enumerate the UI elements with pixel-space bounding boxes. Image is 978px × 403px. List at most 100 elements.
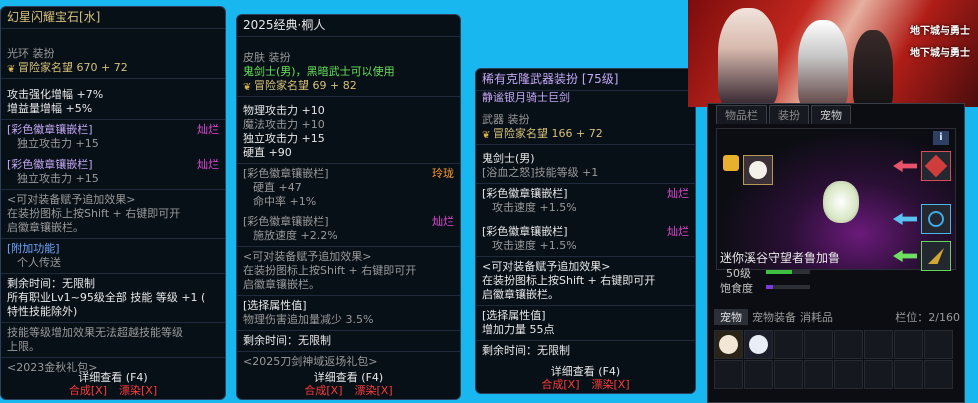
- pet-item-icon: [749, 335, 768, 354]
- tooltip-kirito-skin: 2025经典·桐人 皮肤 装扮 鬼剑士(男)，黑暗武士可以使用 ❦ 冒险家名望 6…: [236, 14, 461, 400]
- inventory-slot[interactable]: [804, 330, 833, 359]
- emblem-slot-grade: 灿烂: [197, 158, 219, 171]
- game-banner-art: 地下城与勇士 地下城与勇士: [688, 0, 978, 107]
- remaining-time: 剩余时间：无限制: [243, 334, 331, 347]
- orb-icon: [928, 211, 944, 227]
- selectable-attr-header: [选择属性值]: [482, 309, 546, 322]
- emblem-slot-grade: 灿烂: [197, 123, 219, 136]
- stat-line: 硬直 +90: [243, 146, 292, 159]
- inventory-slot[interactable]: [744, 360, 773, 389]
- dye-button[interactable]: 漂染[X]: [592, 378, 630, 391]
- inventory-slot[interactable]: [924, 330, 953, 359]
- skill-note: 技能等级增加效果无法超越技能等级: [7, 326, 183, 339]
- tooltip-halo-gem: 幻星闪耀宝石[水] 光环 装扮 ❦ 冒险家名望 670 + 72 攻击强化增幅 +…: [0, 6, 226, 400]
- grant-effect-desc: 启徽章镶嵌栏。: [243, 278, 320, 291]
- combine-button[interactable]: 合成[X]: [304, 384, 342, 397]
- item-title: 幻星闪耀宝石[水]: [1, 7, 225, 29]
- adventurer-emblem-icon: ❦: [7, 64, 16, 75]
- emblem-slot-grade: 玲珑: [432, 167, 454, 180]
- detail-view-hint[interactable]: 详细查看 (F4): [476, 365, 695, 378]
- pet-skill-slot-red[interactable]: [921, 151, 951, 181]
- stat-line: 独立攻击力 +15: [243, 132, 325, 145]
- satiety-label: 饱食度: [720, 282, 753, 295]
- adventurer-fame: 冒险家名望 69 + 82: [254, 79, 357, 92]
- grant-effect-desc: 在装扮图标上按Shift + 右键即可开: [7, 207, 181, 220]
- pet-inventory-window: 物品栏 装扮 宠物 i 迷你溪谷守望者鲁加鲁 50级 饱食度 宠物 宠物装备 消…: [707, 103, 965, 403]
- info-button[interactable]: i: [933, 131, 949, 145]
- tooltip-footer: 详细查看 (F4) 合成[X] 漂染[X]: [1, 371, 225, 397]
- dye-button[interactable]: 漂染[X]: [355, 384, 393, 397]
- inventory-slot[interactable]: [714, 330, 743, 359]
- emblem-slot-value: 独立攻击力 +15: [17, 172, 99, 185]
- inventory-slot[interactable]: [774, 330, 803, 359]
- adventurer-emblem-icon: ❦: [482, 130, 491, 141]
- item-type: 武器 装扮: [482, 113, 530, 126]
- inventory-slot[interactable]: [714, 360, 743, 389]
- inventory-slot[interactable]: [834, 330, 863, 359]
- wing-icon: [928, 248, 944, 264]
- emblem-slot-label: [彩色徽章镶嵌栏]: [7, 123, 93, 136]
- grant-effect-desc: 在装扮图标上按Shift + 右键即可开: [482, 274, 656, 287]
- character-art: [718, 8, 778, 107]
- pet-portrait-slot[interactable]: [743, 155, 773, 185]
- pet-skill-slot-green[interactable]: [921, 241, 951, 271]
- item-type: 光环 装扮: [7, 47, 55, 60]
- grant-effect-desc: 启徽章镶嵌栏。: [482, 288, 559, 301]
- inventory-slot[interactable]: [744, 330, 773, 359]
- inventory-slot[interactable]: [864, 360, 893, 389]
- inventory-slot[interactable]: [924, 360, 953, 389]
- combine-button[interactable]: 合成[X]: [69, 384, 107, 397]
- tab-inventory[interactable]: 物品栏: [716, 105, 767, 124]
- emblem-slot-label: [彩色徽章镶嵌栏]: [7, 158, 93, 171]
- tooltip-footer: 详细查看 (F4) 合成[X] 漂染[X]: [476, 365, 695, 391]
- item-title: 2025经典·桐人: [237, 15, 460, 37]
- character-art: [853, 30, 893, 107]
- selectable-attr-header: [选择属性值]: [243, 299, 307, 312]
- tab-pets[interactable]: 宠物: [714, 309, 748, 325]
- combine-button[interactable]: 合成[X]: [541, 378, 579, 391]
- adventurer-fame: 冒险家名望 166 + 72: [493, 127, 603, 140]
- exp-bar-fill: [766, 270, 793, 274]
- skill-bonus: 特性技能除外): [7, 305, 78, 318]
- tab-consumables[interactable]: 消耗品: [800, 309, 833, 325]
- stat-line: 增益量增幅 +5%: [7, 102, 93, 115]
- remaining-time: 剩余时间：无限制: [482, 344, 570, 357]
- pet-figure[interactable]: [823, 181, 859, 223]
- lock-icon[interactable]: [723, 155, 739, 171]
- inventory-slot[interactable]: [894, 360, 923, 389]
- tooltip-footer: 详细查看 (F4) 合成[X] 漂染[X]: [237, 371, 460, 397]
- emblem-slot-label: [彩色徽章镶嵌栏]: [243, 215, 329, 228]
- emblem-slot-value: 独立攻击力 +15: [17, 137, 99, 150]
- adventurer-emblem-icon: ❦: [243, 82, 252, 93]
- pet-portrait-icon: [749, 161, 767, 179]
- pet-inventory-grid: [714, 330, 953, 389]
- inventory-slot[interactable]: [864, 330, 893, 359]
- remaining-time: 剩余时间：无限制: [7, 277, 95, 290]
- game-logo: 地下城与勇士: [910, 48, 970, 59]
- stat-line: 魔法攻击力 +10: [243, 118, 325, 131]
- detail-view-hint[interactable]: 详细查看 (F4): [237, 371, 460, 384]
- extra-function-header: [附加功能]: [7, 242, 60, 255]
- tooltip-clone-weapon: 稀有克隆武器装扮 [75级] 静谧银月骑士巨剑 武器 装扮 ❦ 冒险家名望 166…: [475, 68, 696, 394]
- emblem-slot-grade: 灿烂: [667, 187, 689, 200]
- exp-bar: [766, 270, 810, 274]
- inventory-slot[interactable]: [894, 330, 923, 359]
- character-art: [798, 20, 848, 107]
- pet-level: 50级: [726, 267, 751, 280]
- adventurer-fame: 冒险家名望 670 + 72: [18, 61, 128, 74]
- inventory-slot[interactable]: [804, 360, 833, 389]
- game-logo: 地下城与勇士: [910, 26, 970, 37]
- tab-pet-equipment[interactable]: 宠物装备: [752, 309, 796, 325]
- satiety-bar-fill: [766, 285, 773, 289]
- dye-button[interactable]: 漂染[X]: [119, 384, 157, 397]
- extra-function-value: 个人传送: [17, 256, 61, 269]
- inventory-slot[interactable]: [774, 360, 803, 389]
- selectable-attr-value: 物理伤害追加量减少 3.5%: [243, 313, 374, 326]
- pet-skill-slot-blue[interactable]: [921, 204, 951, 234]
- item-type: 皮肤 装扮: [243, 51, 291, 64]
- tab-avatar[interactable]: 装扮: [769, 105, 809, 124]
- inventory-slot[interactable]: [834, 360, 863, 389]
- detail-view-hint[interactable]: 详细查看 (F4): [1, 371, 225, 384]
- emblem-slot-label: [彩色徽章镶嵌栏]: [243, 167, 329, 180]
- tab-pet[interactable]: 宠物: [811, 105, 851, 124]
